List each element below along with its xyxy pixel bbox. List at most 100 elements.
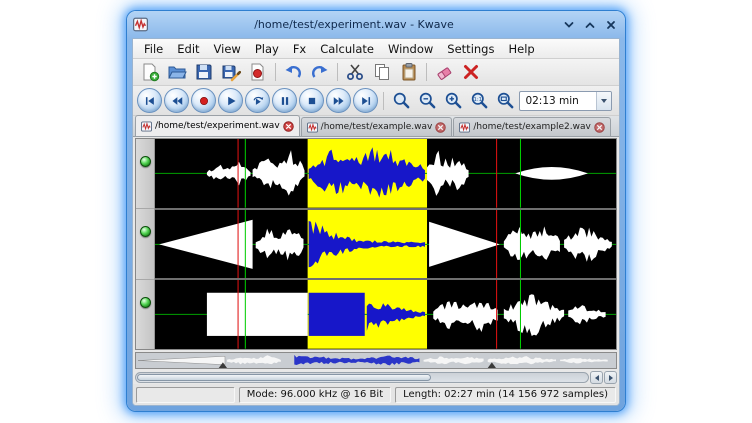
stop-icon [305,94,319,108]
redo-button[interactable] [307,60,333,84]
skip-to-end-button[interactable] [353,88,378,113]
zoom-in-button[interactable] [441,88,465,113]
tab-label: /home/test/example.wav [321,122,433,132]
track-1-controls [136,139,154,209]
new-file-button[interactable] [137,60,163,84]
maximize-button[interactable] [581,16,598,33]
toolbar-separator [275,63,276,81]
toolbar-separator [426,63,427,81]
tab-example2-wav[interactable]: /home/test/example2.wav [453,117,610,136]
signal-view [135,138,617,350]
zoom-100-button[interactable]: 1:1 [467,88,491,113]
copy-button[interactable] [369,60,395,84]
record-icon [197,94,211,108]
record-new-button[interactable] [245,60,271,84]
tab-bar: /home/test/experiment.wav /home/test/exa… [133,116,619,137]
menu-help[interactable]: Help [501,40,541,58]
status-bar: Mode: 96.000 kHz @ 16 Bit Length: 02:27 … [133,384,619,405]
track-1-led[interactable] [140,156,151,167]
menu-play[interactable]: Play [248,40,286,58]
delete-button[interactable] [458,60,484,84]
kwave-window: /home/test/experiment.wav - Kwave File E… [127,11,625,411]
zoom-out-icon [418,91,437,110]
skip-to-start-button[interactable] [137,88,162,113]
new-file-icon [140,62,160,82]
kwave-file-icon [459,122,470,133]
seek-forward-button[interactable] [326,88,351,113]
skip-to-start-icon [143,94,157,108]
zoom-out-button[interactable] [415,88,439,113]
scroll-left-button[interactable] [590,371,603,384]
loop-icon [251,94,265,108]
record-file-icon [248,62,268,82]
play-icon [224,94,238,108]
arrow-left-icon [595,375,599,381]
menu-window[interactable]: Window [381,40,440,58]
tab-experiment-wav[interactable]: /home/test/experiment.wav [135,115,300,136]
erase-button[interactable] [431,60,457,84]
waveform-track-2[interactable] [155,210,616,281]
arrow-right-icon [609,375,613,381]
zoom-time-combobox[interactable]: 02:13 min [519,91,612,111]
status-length: Length: 02:27 min (14 156 972 samples) [395,387,616,403]
chevron-down-icon [601,99,607,103]
track-2-led[interactable] [140,226,151,237]
menu-view[interactable]: View [207,40,248,58]
waveform-track-3[interactable] [155,280,616,349]
menu-fx[interactable]: Fx [286,40,313,58]
seek-forward-icon [332,94,346,108]
zoom-100-icon: 1:1 [470,91,489,110]
minimize-button[interactable] [560,16,577,33]
play-button[interactable] [218,88,243,113]
tab-label: /home/test/experiment.wav [155,121,280,131]
close-button[interactable] [602,16,619,33]
track-3-led[interactable] [140,297,151,308]
tab-close-icon[interactable] [435,122,446,133]
waveform-area [155,139,616,349]
pause-button[interactable] [272,88,297,113]
zoom-in-icon [444,91,463,110]
waveform-track-1[interactable] [155,139,616,210]
tab-example-wav[interactable]: /home/test/example.wav [301,117,453,136]
kwave-app-icon[interactable] [133,17,148,32]
open-file-button[interactable] [164,60,190,84]
loop-button[interactable] [245,88,270,113]
redo-icon [310,62,330,82]
record-button[interactable] [191,88,216,113]
stop-button[interactable] [299,88,324,113]
scrollbar-track[interactable] [135,372,589,383]
playback-toolbar: 1:1 02:13 min [133,86,619,116]
menu-edit[interactable]: Edit [170,40,206,58]
menu-file[interactable]: File [137,40,170,58]
cut-icon [345,62,365,82]
save-as-button[interactable] [218,60,244,84]
window-content: File Edit View Play Fx Calculate Window … [132,38,620,406]
scrollbar-handle[interactable] [137,374,431,381]
overview-strip[interactable] [135,352,617,369]
cut-button[interactable] [342,60,368,84]
paste-button[interactable] [396,60,422,84]
save-button[interactable] [191,60,217,84]
zoom-selection-icon [392,91,411,110]
scroll-right-button[interactable] [604,371,617,384]
combobox-dropdown-button[interactable] [596,92,611,110]
window-title: /home/test/experiment.wav - Kwave [152,18,556,31]
tab-close-icon[interactable] [283,121,294,132]
undo-button[interactable] [280,60,306,84]
track-3-controls [136,280,154,349]
kwave-file-icon [307,122,318,133]
seek-backward-icon [170,94,184,108]
paste-icon [399,62,419,82]
copy-icon [372,62,392,82]
title-bar[interactable]: /home/test/experiment.wav - Kwave [127,11,625,38]
menu-calculate[interactable]: Calculate [313,40,381,58]
zoom-selection-button[interactable] [389,88,413,113]
save-as-icon [221,62,241,82]
seek-backward-button[interactable] [164,88,189,113]
status-message-field [136,387,235,403]
menu-settings[interactable]: Settings [440,40,501,58]
undo-icon [283,62,303,82]
toolbar-separator [337,63,338,81]
tab-close-icon[interactable] [594,122,605,133]
zoom-all-button[interactable] [493,88,517,113]
